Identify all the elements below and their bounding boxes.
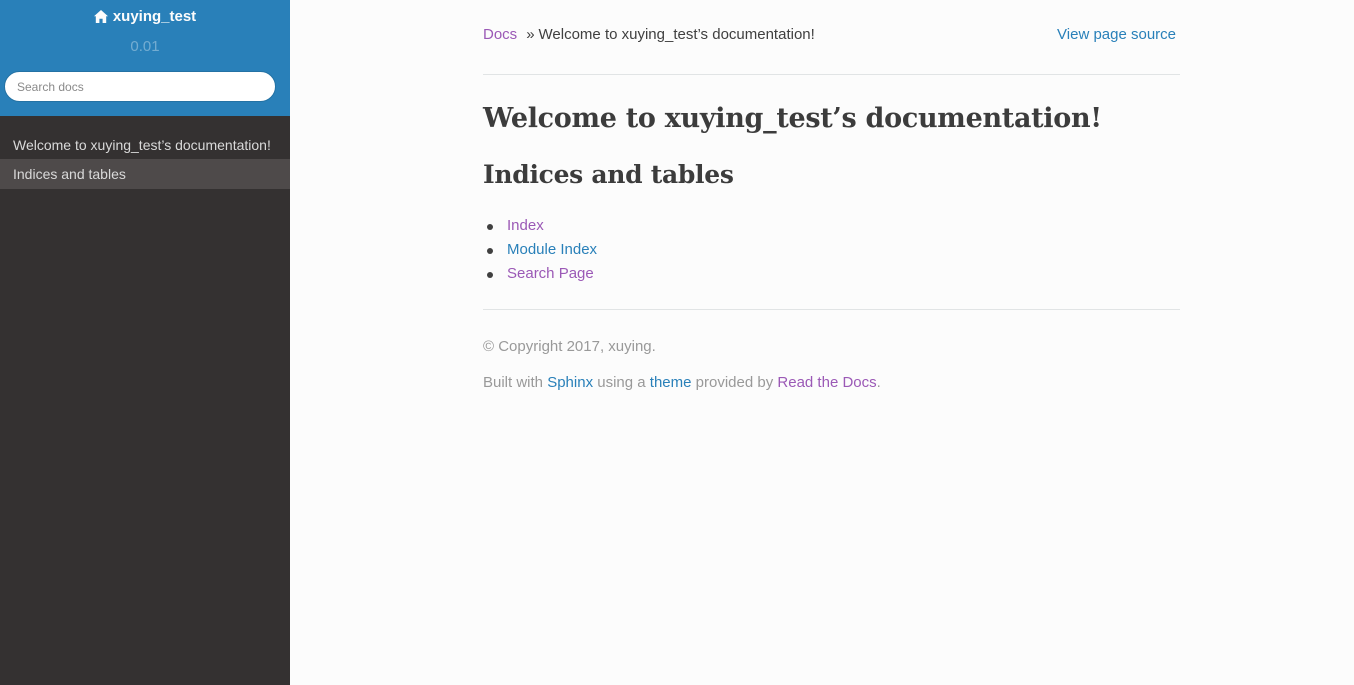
- home-icon: [93, 10, 108, 23]
- project-version: 0.01: [130, 38, 160, 55]
- read-the-docs-link[interactable]: Read the Docs: [777, 374, 876, 391]
- sidebar-item-welcome[interactable]: Welcome to xuying_test’s documentation!: [0, 133, 290, 159]
- breadcrumb-docs-link[interactable]: Docs: [483, 26, 517, 43]
- section-title: Indices and tables: [483, 160, 734, 189]
- breadcrumb-current: Welcome to xuying_test’s documentation!: [538, 26, 815, 43]
- search-page-link[interactable]: Search Page: [507, 265, 594, 282]
- search-input[interactable]: [4, 71, 276, 102]
- view-page-source-link[interactable]: View page source: [1057, 26, 1176, 43]
- module-index-link[interactable]: Module Index: [507, 241, 597, 258]
- provided-by-label: provided by: [695, 374, 774, 391]
- using-a-label: using a: [597, 374, 646, 391]
- project-name: xuying_test: [112, 8, 197, 25]
- index-link[interactable]: Index: [507, 217, 544, 234]
- list-item: Module Index: [483, 238, 1180, 262]
- built-with-label: Built with: [483, 374, 544, 391]
- index-links-list: Index Module Index Search Page: [483, 214, 1180, 286]
- sidebar-nav: Welcome to xuying_test’s documentation! …: [0, 133, 290, 189]
- page-title: Welcome to xuying_test’s documentation!: [483, 103, 1102, 134]
- breadcrumb-separator: »: [526, 26, 535, 43]
- theme-link[interactable]: theme: [650, 374, 692, 391]
- built-with-text: Built with Sphinx using a theme provided…: [483, 373, 1180, 392]
- sphinx-link[interactable]: Sphinx: [547, 374, 593, 391]
- project-home-link[interactable]: xuying_test: [93, 8, 197, 25]
- main-content: Docs» Welcome to xuying_test’s documentat…: [483, 0, 1180, 409]
- sidebar-item-indices[interactable]: Indices and tables: [0, 159, 290, 189]
- copyright-text: © Copyright 2017, xuying.: [483, 338, 656, 355]
- list-item: Search Page: [483, 262, 1180, 286]
- sidebar: xuying_test 0.01 Welcome to xuying_test’…: [0, 0, 290, 685]
- footer-period: .: [876, 374, 881, 391]
- breadcrumb: Docs » Welcome to xuying_test’s documentat…: [483, 0, 1180, 75]
- list-item: Index: [483, 214, 1180, 238]
- footer: © Copyright 2017, xuying. Built with Sph…: [483, 309, 1180, 392]
